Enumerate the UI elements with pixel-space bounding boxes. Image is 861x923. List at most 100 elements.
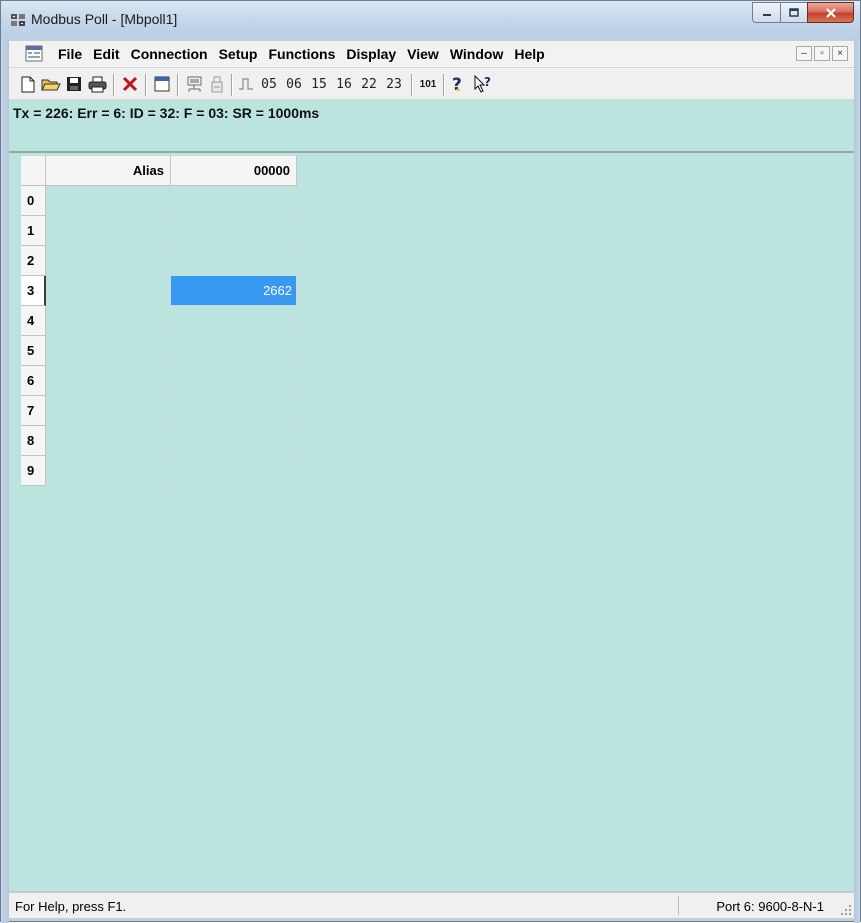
value-cell[interactable] bbox=[171, 456, 297, 486]
minimize-button[interactable] bbox=[752, 2, 780, 23]
fc-23-button[interactable]: 23 bbox=[384, 74, 404, 94]
save-disk-icon bbox=[67, 77, 81, 91]
open-folder-icon bbox=[41, 79, 61, 91]
alias-cell[interactable] bbox=[46, 216, 171, 246]
column-header-alias[interactable]: Alias bbox=[46, 156, 171, 186]
row-header[interactable]: 0 bbox=[21, 186, 46, 216]
delete-x-icon bbox=[122, 76, 138, 92]
mdi-restore-button[interactable]: ▫ bbox=[814, 46, 830, 61]
window-frame-right bbox=[854, 39, 860, 923]
minimize-icon bbox=[762, 13, 771, 16]
connect-icon bbox=[187, 76, 201, 92]
alias-cell[interactable] bbox=[46, 246, 171, 276]
maximize-button[interactable] bbox=[780, 2, 807, 23]
window-title: Modbus Poll - [Mbpoll1] bbox=[31, 11, 178, 27]
help-question-icon: ? bbox=[452, 75, 462, 93]
fc-15-button[interactable]: 15 bbox=[309, 74, 329, 94]
fc-06-button[interactable]: 06 bbox=[284, 74, 304, 94]
toolbar: 05 06 15 16 22 23 101 ? ? bbox=[9, 68, 854, 100]
status-bar: For Help, press F1. Port 6: 9600-8-N-1 bbox=[9, 892, 854, 918]
row-header[interactable]: 6 bbox=[21, 366, 46, 396]
fc-22-button[interactable]: 22 bbox=[359, 74, 379, 94]
value-cell[interactable] bbox=[171, 216, 297, 246]
alias-cell[interactable] bbox=[46, 186, 171, 216]
delete-button[interactable] bbox=[120, 74, 140, 94]
alias-cell[interactable] bbox=[46, 366, 171, 396]
save-button[interactable] bbox=[64, 74, 84, 94]
row-header-selected[interactable]: 3 bbox=[21, 276, 46, 306]
menu-setup[interactable]: Setup bbox=[214, 46, 264, 62]
row-header[interactable]: 1 bbox=[21, 216, 46, 246]
menu-window[interactable]: Window bbox=[445, 46, 510, 62]
print-button[interactable] bbox=[86, 74, 108, 94]
close-icon bbox=[825, 7, 836, 18]
value-cell[interactable] bbox=[171, 246, 297, 276]
mdi-minimize-button[interactable]: – bbox=[796, 46, 812, 61]
printer-icon bbox=[88, 76, 106, 92]
context-help-button[interactable]: ? bbox=[472, 74, 494, 94]
menu-file[interactable]: File bbox=[53, 46, 88, 62]
menu-display[interactable]: Display bbox=[341, 46, 402, 62]
resize-grip-icon[interactable] bbox=[840, 904, 852, 916]
value-cell[interactable] bbox=[171, 366, 297, 396]
menu-bar: File Edit Connection Setup Functions Dis… bbox=[9, 41, 854, 68]
app-window: Modbus Poll - [Mbpoll1] File Edit Connec… bbox=[0, 0, 861, 923]
window-button[interactable] bbox=[152, 74, 172, 94]
disconnect-button[interactable] bbox=[207, 74, 227, 94]
value-cell[interactable] bbox=[171, 336, 297, 366]
menu-view[interactable]: View bbox=[402, 46, 445, 62]
single-read-button[interactable] bbox=[237, 74, 255, 94]
column-header-address[interactable]: 00000 bbox=[171, 156, 297, 186]
menu-help[interactable]: Help bbox=[509, 46, 550, 62]
statusbar-separator bbox=[678, 896, 679, 915]
document-window-icon[interactable] bbox=[25, 45, 43, 62]
new-document-icon bbox=[21, 76, 35, 92]
caption-buttons bbox=[752, 2, 854, 23]
port-settings-text: Port 6: 9600-8-N-1 bbox=[716, 899, 824, 914]
window-icon bbox=[154, 76, 170, 92]
fc-16-button[interactable]: 16 bbox=[334, 74, 354, 94]
mdi-close-button[interactable]: × bbox=[832, 46, 848, 61]
close-button[interactable] bbox=[807, 2, 854, 23]
menu-functions[interactable]: Functions bbox=[263, 46, 341, 62]
row-header[interactable]: 4 bbox=[21, 306, 46, 336]
window-frame-left bbox=[1, 39, 9, 923]
toolbar-separator bbox=[145, 74, 147, 96]
display-101-button[interactable]: 101 bbox=[417, 74, 439, 94]
menu-connection[interactable]: Connection bbox=[126, 46, 214, 62]
toolbar-separator bbox=[411, 74, 413, 96]
menu-edit[interactable]: Edit bbox=[88, 46, 125, 62]
open-button[interactable] bbox=[40, 74, 62, 94]
toolbar-separator bbox=[177, 74, 179, 96]
svg-text:?: ? bbox=[484, 75, 491, 89]
fc-05-button[interactable]: 05 bbox=[259, 74, 279, 94]
value-cell[interactable] bbox=[171, 426, 297, 456]
row-header[interactable]: 5 bbox=[21, 336, 46, 366]
row-header[interactable]: 7 bbox=[21, 396, 46, 426]
alias-cell[interactable] bbox=[46, 456, 171, 486]
row-header[interactable]: 9 bbox=[21, 456, 46, 486]
row-header[interactable]: 2 bbox=[21, 246, 46, 276]
value-cell[interactable] bbox=[171, 396, 297, 426]
title-bar[interactable]: Modbus Poll - [Mbpoll1] bbox=[1, 1, 860, 39]
row-header[interactable]: 8 bbox=[21, 426, 46, 456]
status-divider[interactable] bbox=[9, 151, 854, 153]
alias-cell[interactable] bbox=[46, 306, 171, 336]
maximize-icon bbox=[789, 7, 799, 17]
pulse-icon bbox=[239, 78, 253, 90]
mdi-child-buttons: – ▫ × bbox=[796, 46, 848, 61]
value-cell[interactable] bbox=[171, 186, 297, 216]
value-cell-selected[interactable]: 2662 bbox=[171, 276, 297, 306]
disconnect-icon bbox=[211, 76, 223, 92]
alias-cell[interactable] bbox=[46, 396, 171, 426]
help-button[interactable]: ? bbox=[449, 74, 467, 94]
grid-corner[interactable] bbox=[21, 156, 46, 186]
context-help-arrow-icon: ? bbox=[474, 75, 491, 93]
alias-cell[interactable] bbox=[46, 276, 171, 306]
value-cell[interactable] bbox=[171, 306, 297, 336]
alias-cell[interactable] bbox=[46, 336, 171, 366]
connect-button[interactable] bbox=[184, 74, 204, 94]
toolbar-separator bbox=[231, 74, 233, 96]
alias-cell[interactable] bbox=[46, 426, 171, 456]
new-button[interactable] bbox=[18, 74, 38, 94]
